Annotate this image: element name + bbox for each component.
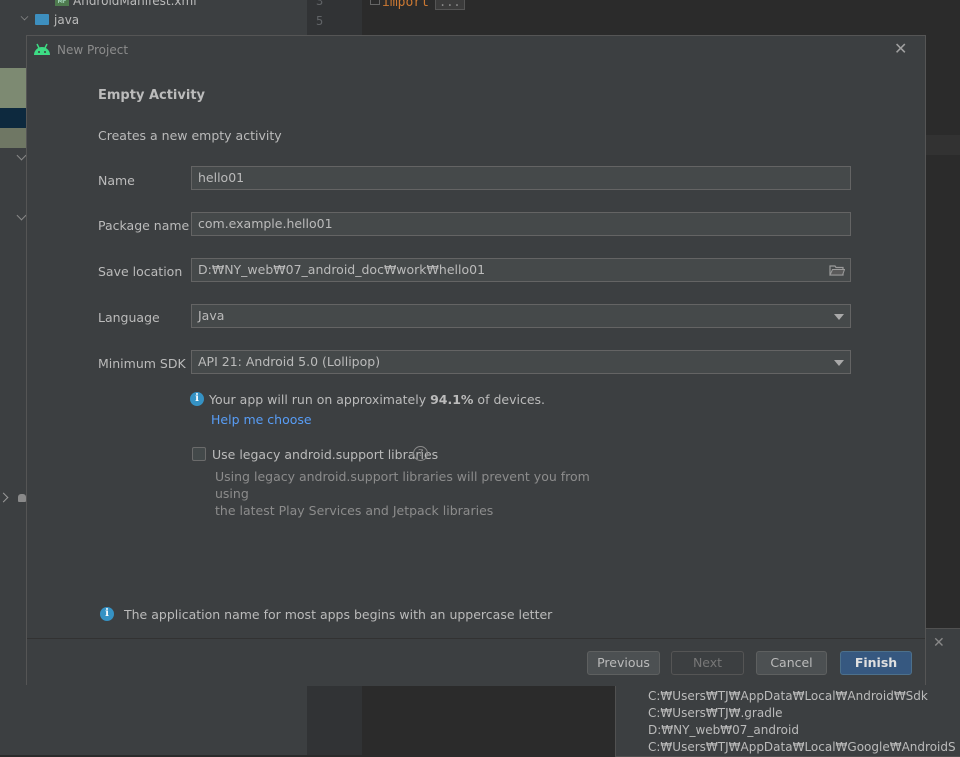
info-icon: i: [190, 392, 204, 406]
dialog-title: New Project: [57, 43, 129, 57]
legacy-libraries-help: Using legacy android.support libraries w…: [215, 469, 590, 518]
save-location-field[interactable]: D:₩NY_web₩07_android_doc₩work₩hello01: [191, 258, 851, 282]
gradle-icon: [18, 494, 26, 502]
new-project-dialog: New Project ✕ Empty Activity Creates a n…: [26, 35, 926, 686]
chevron-right-icon[interactable]: [0, 492, 9, 503]
folded-code[interactable]: ...: [434, 0, 465, 10]
close-icon[interactable]: ✕: [933, 635, 945, 651]
import-statement[interactable]: import...: [370, 0, 465, 10]
tree-highlight: [0, 68, 26, 108]
name-field[interactable]: hello01: [191, 166, 851, 190]
close-icon[interactable]: ✕: [894, 39, 907, 58]
language-select[interactable]: Java: [191, 304, 851, 328]
button-bar: Previous Next Cancel Finish: [27, 638, 925, 686]
previous-button[interactable]: Previous: [587, 651, 660, 675]
chevron-down-icon: [834, 314, 844, 320]
info-icon: i: [100, 607, 114, 621]
save-location-label: Save location: [98, 264, 183, 279]
legacy-libraries-label[interactable]: Use legacy android.support libraries: [212, 447, 438, 462]
name-label: Name: [98, 173, 135, 188]
template-heading: Empty Activity: [98, 88, 206, 103]
package-name-label: Package name: [98, 218, 190, 233]
coverage-percent: 94.1%: [430, 392, 474, 407]
tree-selection: [0, 108, 26, 128]
path-line: C:₩Users₩TJ₩AppData₩Local₩Android₩Sdk: [648, 689, 928, 703]
folder-icon: [35, 14, 49, 25]
template-description: Creates a new empty activity: [98, 128, 282, 143]
next-button[interactable]: Next: [671, 651, 744, 675]
minimum-sdk-label: Minimum SDK: [98, 356, 186, 371]
tree-item-java[interactable]: java: [20, 12, 79, 27]
path-line: C:₩Users₩TJ₩.gradle: [648, 706, 783, 720]
folder-browse-icon[interactable]: [829, 264, 845, 276]
footer-note: The application name for most apps begin…: [124, 607, 553, 622]
help-me-choose-link[interactable]: Help me choose: [211, 412, 312, 427]
language-value: Java: [198, 308, 225, 323]
device-coverage-text: Your app will run on approximately 94.1%…: [209, 392, 545, 407]
tree-item-manifest[interactable]: MF AndroidManifest.xml: [55, 0, 197, 8]
legacy-libraries-checkbox[interactable]: [192, 447, 206, 461]
manifest-icon: MF: [55, 0, 69, 6]
minimum-sdk-select[interactable]: API 21: Android 5.0 (Lollipop): [191, 350, 851, 374]
tree-highlight: [0, 128, 26, 148]
minimum-sdk-value: API 21: Android 5.0 (Lollipop): [198, 354, 381, 369]
chevron-down-icon: [20, 12, 29, 21]
line-number: 3: [316, 0, 324, 8]
chevron-down-icon[interactable]: [16, 210, 27, 221]
fold-gutter-icon[interactable]: [370, 0, 380, 5]
chevron-down-icon: [834, 360, 844, 366]
cancel-button[interactable]: Cancel: [756, 651, 827, 675]
finish-button[interactable]: Finish: [840, 651, 912, 675]
line-number: 5: [316, 14, 324, 28]
language-label: Language: [98, 310, 160, 325]
package-name-field[interactable]: com.example.hello01: [191, 212, 851, 236]
path-line: D:₩NY_web₩07_android: [648, 723, 799, 737]
question-mark-icon[interactable]: ?: [413, 446, 428, 461]
path-line: C:₩Users₩TJ₩AppData₩Local₩Google₩Android…: [648, 740, 956, 754]
dialog-titlebar[interactable]: New Project ✕: [27, 36, 925, 64]
save-location-value: D:₩NY_web₩07_android_doc₩work₩hello01: [198, 262, 486, 277]
android-icon: [34, 43, 50, 55]
chevron-down-icon[interactable]: [16, 150, 27, 161]
